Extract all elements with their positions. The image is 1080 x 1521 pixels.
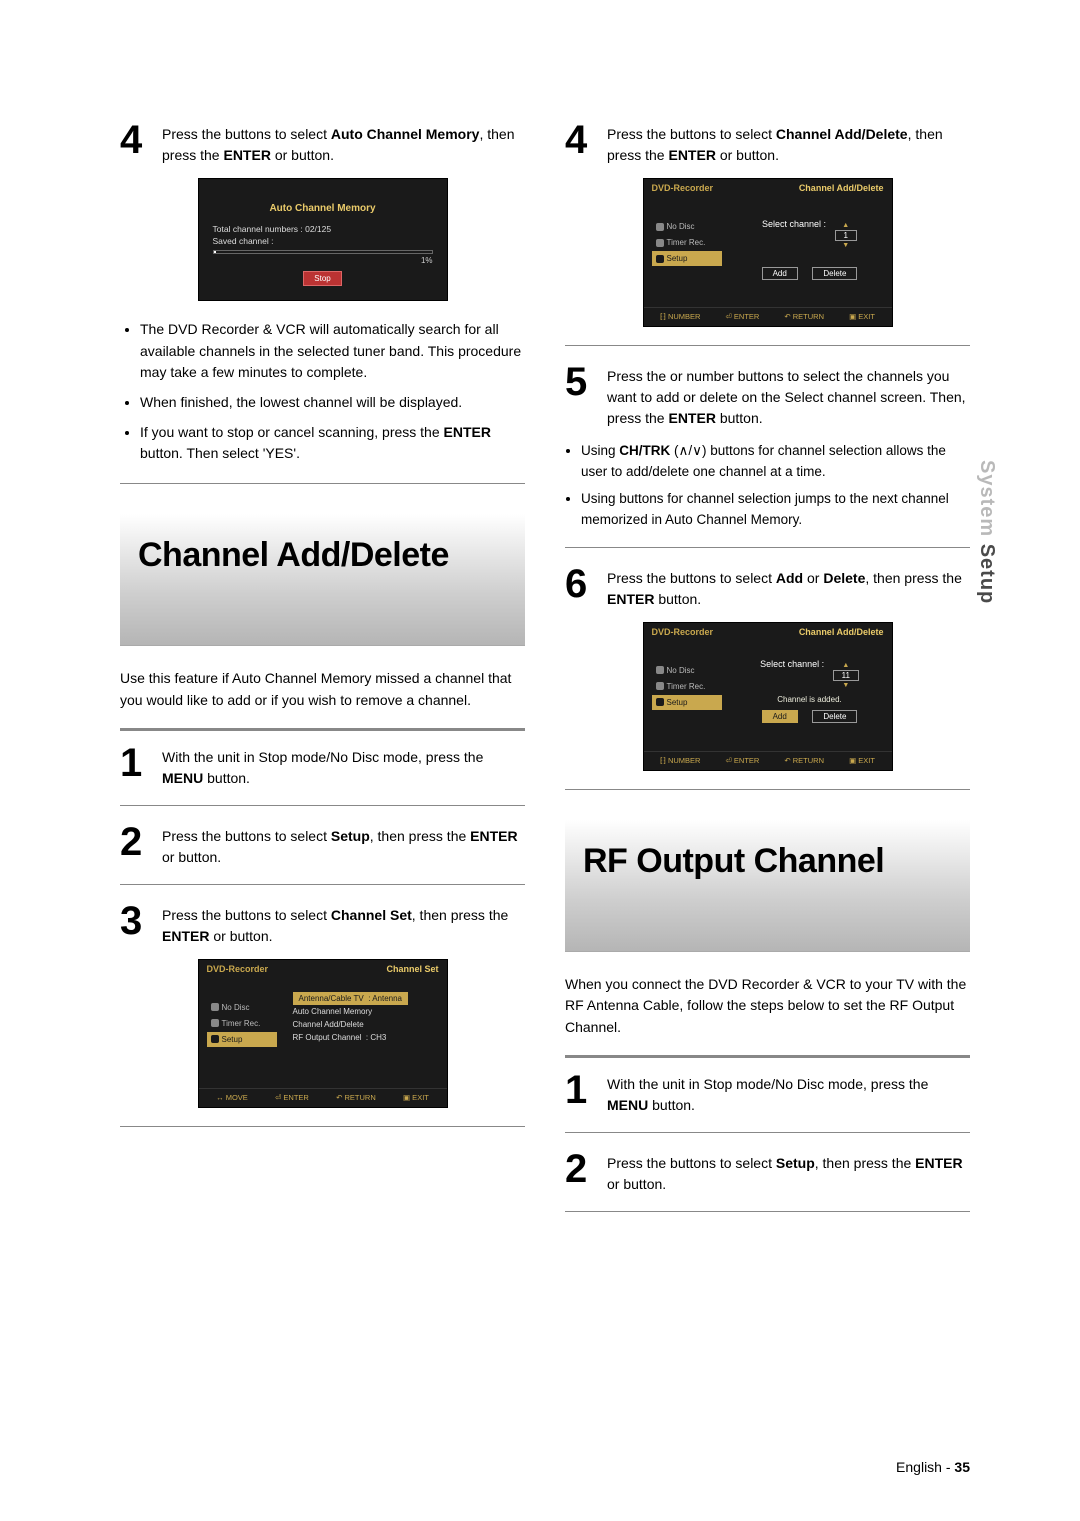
osd-head-left: DVD-Recorder bbox=[652, 183, 714, 193]
step4-bullets: The DVD Recorder & VCR will automaticall… bbox=[140, 319, 525, 465]
right-column: 4 Press the buttons to select Channel Ad… bbox=[565, 120, 970, 1228]
osd-head-right: Channel Add/Delete bbox=[799, 627, 884, 637]
osd-line: Saved channel : bbox=[213, 236, 433, 246]
add-button: Add bbox=[762, 710, 798, 723]
bullet: The DVD Recorder & VCR will automaticall… bbox=[140, 319, 525, 384]
step-number: 5 bbox=[565, 362, 599, 429]
add-step-2: 2 Press the buttons to select Setup, the… bbox=[120, 822, 525, 868]
rf-step-2: 2 Press the buttons to select Setup, the… bbox=[565, 1149, 970, 1195]
divider bbox=[565, 789, 970, 790]
divider bbox=[565, 1211, 970, 1212]
section-title: RF Output Channel bbox=[583, 842, 952, 881]
osd-row: Auto Channel Memory bbox=[293, 1005, 437, 1018]
step-text: With the unit in Stop mode/No Disc mode,… bbox=[607, 1070, 970, 1116]
delete-button: Delete bbox=[812, 710, 857, 723]
left-step-4: 4 Press the buttons to select Auto Chann… bbox=[120, 120, 525, 166]
osd-sidebar: No Disc Timer Rec. Setup bbox=[207, 1000, 277, 1048]
bullet: Using buttons for channel selection jump… bbox=[581, 489, 970, 531]
bullet: When finished, the lowest channel will b… bbox=[140, 392, 525, 414]
bullet: If you want to stop or cancel scanning, … bbox=[140, 422, 525, 465]
step-text: Press the buttons to select Add or Delet… bbox=[607, 564, 970, 610]
rf-step-1: 1 With the unit in Stop mode/No Disc mod… bbox=[565, 1070, 970, 1116]
divider bbox=[565, 1132, 970, 1133]
step5-bullets: Using CH/TRK (∧/∨) buttons for channel s… bbox=[581, 441, 970, 531]
add-step-3: 3 Press the buttons to select Channel Se… bbox=[120, 901, 525, 947]
divider bbox=[120, 884, 525, 885]
section-title: Channel Add/Delete bbox=[138, 536, 507, 575]
osd-row: Channel Add/Delete bbox=[293, 1018, 437, 1031]
divider bbox=[120, 483, 525, 484]
progress-bar bbox=[213, 250, 433, 254]
step-number: 1 bbox=[120, 743, 154, 789]
step-number: 2 bbox=[120, 822, 154, 868]
section-channel-add-delete: Channel Add/Delete bbox=[120, 514, 525, 646]
step-text: Press the buttons to select Auto Channel… bbox=[162, 120, 525, 166]
add-intro: Use this feature if Auto Channel Memory … bbox=[120, 668, 525, 711]
osd-footer: ⁅⁆ NUMBER⏎ ENTER↶ RETURN▣ EXIT bbox=[644, 751, 892, 770]
step-text: With the unit in Stop mode/No Disc mode,… bbox=[162, 743, 525, 789]
step-text: Press the buttons to select Channel Add/… bbox=[607, 120, 970, 166]
step-number: 1 bbox=[565, 1070, 599, 1116]
osd-message: Channel is added. bbox=[738, 695, 882, 704]
side-tab: System Setup bbox=[975, 460, 998, 604]
divider bbox=[120, 1126, 525, 1127]
right-step-6: 6 Press the buttons to select Add or Del… bbox=[565, 564, 970, 610]
step-text: Press the or number buttons to select th… bbox=[607, 362, 970, 429]
delete-button: Delete bbox=[812, 267, 857, 280]
select-channel-row: Select channel : ▲11▼ bbox=[738, 659, 882, 689]
step-text: Press the buttons to select Channel Set,… bbox=[162, 901, 525, 947]
step-number: 4 bbox=[120, 120, 154, 166]
step-number: 3 bbox=[120, 901, 154, 947]
step-number: 6 bbox=[565, 564, 599, 610]
osd-channel-set: DVD-Recorder Channel Set No Disc Timer Re… bbox=[198, 959, 448, 1108]
thick-divider bbox=[565, 1055, 970, 1058]
page-columns: 4 Press the buttons to select Auto Chann… bbox=[120, 120, 970, 1228]
osd-channel-add-delete-1: DVD-Recorder Channel Add/Delete No Disc T… bbox=[643, 178, 893, 327]
step-number: 4 bbox=[565, 120, 599, 166]
divider bbox=[120, 805, 525, 806]
right-step-5: 5 Press the or number buttons to select … bbox=[565, 362, 970, 429]
osd-footer: ↔ MOVE⏎ ENTER↶ RETURN▣ EXIT bbox=[199, 1088, 447, 1107]
osd-row: RF Output Channel : CH3 bbox=[293, 1031, 437, 1044]
osd-head-right: Channel Add/Delete bbox=[799, 183, 884, 193]
thick-divider bbox=[120, 728, 525, 731]
stop-button: Stop bbox=[303, 271, 341, 286]
divider bbox=[565, 345, 970, 346]
osd-title: Auto Channel Memory bbox=[213, 203, 433, 214]
osd-head-left: DVD-Recorder bbox=[207, 964, 269, 974]
progress-pct: 1% bbox=[213, 256, 433, 265]
bullet: Using CH/TRK (∧/∨) buttons for channel s… bbox=[581, 441, 970, 483]
add-button: Add bbox=[762, 267, 798, 280]
osd-auto-channel-memory: Auto Channel Memory Total channel number… bbox=[198, 178, 448, 301]
step-text: Press the buttons to select Setup, then … bbox=[162, 822, 525, 868]
osd-line: Total channel numbers : 02/125 bbox=[213, 224, 433, 234]
osd-head-right: Channel Set bbox=[386, 964, 438, 974]
add-step-1: 1 With the unit in Stop mode/No Disc mod… bbox=[120, 743, 525, 789]
right-step-4: 4 Press the buttons to select Channel Ad… bbox=[565, 120, 970, 166]
page-footer: English - 35 bbox=[896, 1459, 970, 1475]
select-channel-row: Select channel : ▲1▼ bbox=[738, 219, 882, 249]
step-text: Press the buttons to select Setup, then … bbox=[607, 1149, 970, 1195]
osd-sidebar: No Disc Timer Rec. Setup bbox=[652, 663, 722, 711]
osd-head-left: DVD-Recorder bbox=[652, 627, 714, 637]
osd-footer: ⁅⁆ NUMBER⏎ ENTER↶ RETURN▣ EXIT bbox=[644, 307, 892, 326]
section-rf-output-channel: RF Output Channel bbox=[565, 820, 970, 952]
left-column: 4 Press the buttons to select Auto Chann… bbox=[120, 120, 525, 1228]
step-number: 2 bbox=[565, 1149, 599, 1195]
rf-intro: When you connect the DVD Recorder & VCR … bbox=[565, 974, 970, 1039]
divider bbox=[565, 547, 970, 548]
osd-row: Antenna/Cable TV : Antenna bbox=[293, 992, 409, 1005]
osd-channel-add-delete-2: DVD-Recorder Channel Add/Delete No Disc T… bbox=[643, 622, 893, 771]
osd-sidebar: No Disc Timer Rec. Setup bbox=[652, 219, 722, 267]
